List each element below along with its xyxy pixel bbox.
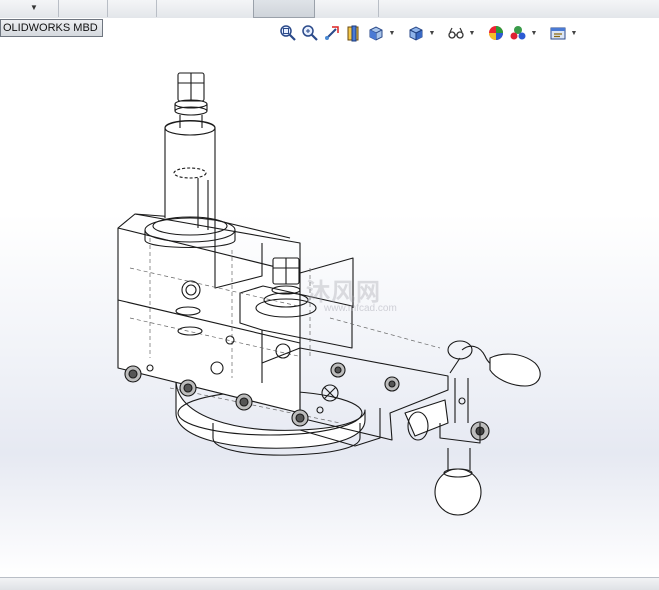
chevron-down-icon[interactable]: ▼ (30, 3, 38, 12)
graphics-viewport[interactable]: OLIDWORKS MBD ▼ ▼ ▼ ▼ ▼ 沐风网 www.mfcad.co… (0, 18, 659, 577)
handle-ball-lower (434, 468, 482, 516)
tab-7[interactable] (378, 0, 659, 17)
handle-grip-upper (489, 353, 541, 387)
tab-active[interactable] (253, 0, 315, 18)
top-tab-strip: ▼ (0, 0, 659, 19)
tab-2[interactable] (58, 0, 108, 17)
tab-1[interactable]: ▼ (0, 0, 59, 17)
cad-model-tool-post[interactable] (0, 18, 659, 577)
tab-3[interactable] (107, 0, 157, 17)
tab-4[interactable] (156, 0, 254, 17)
tab-6[interactable] (314, 0, 379, 17)
bottom-status-bar (0, 577, 659, 590)
main-block (117, 227, 301, 414)
